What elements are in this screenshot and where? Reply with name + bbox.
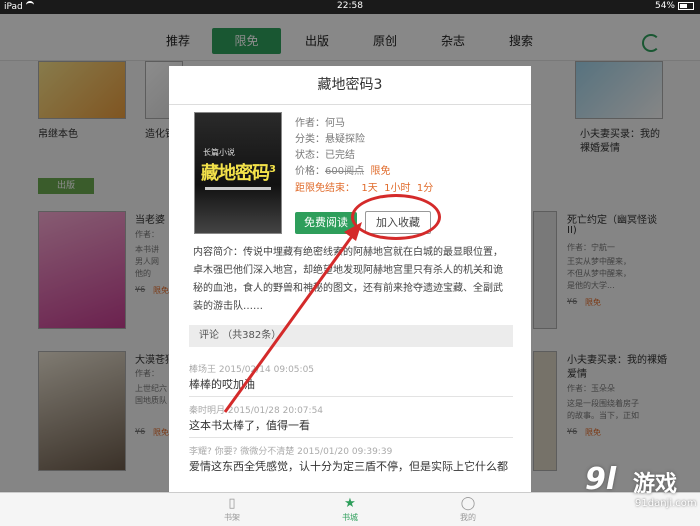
- book-intro: 内容简介：传说中埋藏有绝密线索的阿赫地宫就在白城的最显眼位置，卓木强巴他们深入地…: [193, 247, 503, 312]
- free-read-button[interactable]: 免费阅读: [295, 212, 357, 234]
- free-badge: 限免: [370, 166, 391, 177]
- book-status: 状态：已完结: [295, 150, 355, 161]
- book-category: 分类：悬疑探险: [295, 134, 365, 145]
- highlight-circle: [351, 194, 441, 240]
- watermark-text: 游戏: [633, 472, 678, 497]
- comment-meta: 棒场王 2015/02/14 09:05:05: [189, 365, 315, 375]
- book-detail-dialog: 藏地密码3 长篇小说 藏地密码3 作者：何马 分类：悬疑探险 状态：已完结 价格…: [169, 66, 531, 492]
- battery-status: 54%: [655, 1, 694, 11]
- comment-meta: 李耀? 你要? 微微分不清楚 2015/01/20 09:39:39: [189, 447, 393, 457]
- star-icon: ★: [344, 496, 356, 511]
- book-price: 价格：600阅点 限免: [295, 166, 391, 177]
- user-icon: ◯: [460, 496, 476, 511]
- book-author: 作者：何马: [295, 118, 345, 129]
- battery-icon: [678, 1, 694, 10]
- comment-text: 棒棒的哎加油: [189, 378, 255, 391]
- comments-header: 评论 （共382条）: [189, 325, 513, 347]
- bottom-tab-bookshelf[interactable]: ▯ 书架: [212, 496, 252, 523]
- bottom-tab-mine[interactable]: ◯ 我的: [448, 496, 488, 523]
- bookshelf-icon: ▯: [228, 496, 236, 511]
- comment-text: 爱情这东西全凭感觉，认十分为定三盾不停，但是实际上它什么都: [189, 460, 508, 473]
- status-bar: iPad 22:58 54%: [0, 0, 700, 14]
- dialog-title: 藏地密码3: [169, 66, 531, 105]
- bottom-tab-store[interactable]: ★ 书城: [330, 496, 370, 523]
- book-cover: 长篇小说 藏地密码3: [194, 112, 282, 234]
- site-watermark: 9l 游戏 91danji.com: [585, 462, 697, 520]
- watermark-logo: 9l: [585, 462, 617, 497]
- watermark-url: 91danji.com: [635, 498, 697, 509]
- status-time: 22:58: [337, 1, 363, 11]
- comment-meta: 秦时明月 2015/01/28 20:07:54: [189, 406, 324, 416]
- free-countdown: 距限免结束： 1天 1小时 1分: [295, 183, 434, 194]
- comment-text: 这本书太棒了，值得一看: [189, 419, 310, 432]
